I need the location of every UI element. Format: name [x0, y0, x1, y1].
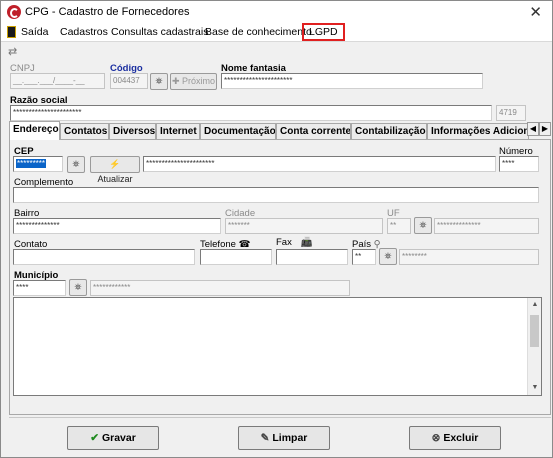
binoculars-icon: ⛯ [384, 251, 392, 261]
atualizar-button[interactable]: ⚡ Atualizar [90, 156, 140, 184]
search-cep-button[interactable]: ⛯ [67, 156, 85, 173]
proximo-label: Próximo [182, 76, 216, 86]
tab-diversos[interactable]: Diversos [109, 123, 156, 140]
main-window: CPG - Cadastro de Fornecedores ✕ Saída C… [0, 0, 553, 458]
gravar-label: Gravar [101, 432, 136, 444]
eraser-icon: ✎ [260, 432, 270, 444]
excluir-button[interactable]: ⊗ Excluir [409, 426, 501, 450]
tab-scroll-left-icon[interactable]: ◀ [527, 122, 539, 136]
footer-divider [9, 417, 551, 418]
search-municipio-button[interactable]: ⛯ [69, 279, 87, 296]
window-title: CPG - Cadastro de Fornecedores [25, 6, 190, 18]
binoculars-icon: ⛯ [74, 282, 82, 292]
binoculars-icon: ⛯ [419, 220, 427, 230]
app-logo-icon [7, 5, 21, 19]
title-bar: CPG - Cadastro de Fornecedores ✕ [1, 1, 552, 23]
close-icon[interactable]: ✕ [529, 3, 542, 21]
menu-lgpd[interactable]: LGPD [302, 23, 345, 41]
municipio-description-field: ************ [90, 280, 350, 296]
uf-field: ** [387, 218, 411, 234]
menu-saida[interactable]: Saída [19, 25, 50, 39]
cnpj-field: __.___.___/____-__ [10, 73, 105, 89]
pais-description-field: ******** [399, 249, 539, 265]
tab-contabilizacao[interactable]: Contabilização [351, 123, 427, 140]
tab-endereco[interactable]: Endereço [9, 121, 60, 140]
limpar-button[interactable]: ✎ Limpar [238, 426, 330, 450]
gravar-button[interactable]: ✔ Gravar [67, 426, 159, 450]
scroll-up-icon[interactable]: ▲ [528, 298, 542, 312]
binoculars-icon: ⛯ [72, 159, 80, 169]
proximo-button: ✚ Próximo [170, 73, 217, 90]
refresh-arrows-icon[interactable]: ⇄ [8, 45, 17, 58]
fax-field[interactable] [276, 249, 348, 265]
memo-scrollbar[interactable]: ▲ ▼ [527, 298, 541, 395]
razao-code-field: 4719 [496, 105, 526, 121]
limpar-label: Limpar [272, 432, 308, 444]
tab-scroll-right-icon[interactable]: ▶ [539, 122, 551, 136]
numero-field[interactable]: **** [499, 156, 539, 172]
logradouro-field[interactable]: ********************** [143, 156, 496, 172]
pais-field[interactable]: ** [352, 249, 376, 265]
menu-bar: Saída Cadastros Consultas cadastrais Bas… [1, 23, 552, 42]
scroll-thumb[interactable] [530, 315, 539, 347]
fax-label-text: Fax [276, 237, 292, 248]
exit-door-icon [7, 26, 16, 38]
menu-cadastros[interactable]: Cadastros [58, 25, 110, 39]
codigo-field[interactable]: 004437 [110, 73, 148, 89]
cidade-field: ******* [225, 218, 383, 234]
uf-description-field: ************** [434, 218, 539, 234]
razao-social-field[interactable]: ********************** [10, 105, 492, 121]
cep-field[interactable]: ********* [13, 156, 63, 172]
complemento-field[interactable] [13, 187, 539, 203]
bairro-field[interactable]: ************** [13, 218, 221, 234]
search-codigo-button[interactable]: ⛯ [150, 73, 168, 90]
binoculars-icon: ⛯ [155, 76, 163, 86]
tab-internet[interactable]: Internet [156, 123, 200, 140]
tab-conta-corrente[interactable]: Conta corrente [276, 123, 351, 140]
checkmark-icon: ✔ [90, 432, 100, 444]
menu-consultas-cadastrais[interactable]: Consultas cadastrais [109, 25, 210, 39]
trash-icon: ⊗ [431, 432, 441, 444]
notes-memo[interactable]: ▲ ▼ [13, 297, 542, 396]
fax-icon: 📠 [300, 237, 313, 248]
atualizar-label: Atualizar [97, 174, 133, 184]
fax-label: Fax 📠 [276, 237, 312, 248]
menu-base-de-conhecimento[interactable]: Base de conhecimento [203, 25, 314, 39]
search-pais-button[interactable]: ⛯ [379, 248, 397, 265]
municipio-field[interactable]: **** [13, 280, 66, 296]
contato-field[interactable] [13, 249, 195, 265]
scroll-down-icon[interactable]: ▼ [528, 381, 542, 395]
tab-informacoes-adicionais[interactable]: Informações Adiciona [427, 123, 529, 140]
search-uf-button: ⛯ [414, 217, 432, 234]
tab-contatos[interactable]: Contatos [60, 123, 109, 140]
excluir-label: Excluir [443, 432, 479, 444]
lightning-icon: ⚡ [109, 159, 121, 169]
cep-value: ********* [16, 159, 47, 168]
plus-icon: ✚ [171, 76, 180, 86]
nome-fantasia-field[interactable]: ********************** [221, 73, 483, 89]
tab-documentacao[interactable]: Documentação [200, 123, 276, 140]
telefone-field[interactable] [200, 249, 272, 265]
